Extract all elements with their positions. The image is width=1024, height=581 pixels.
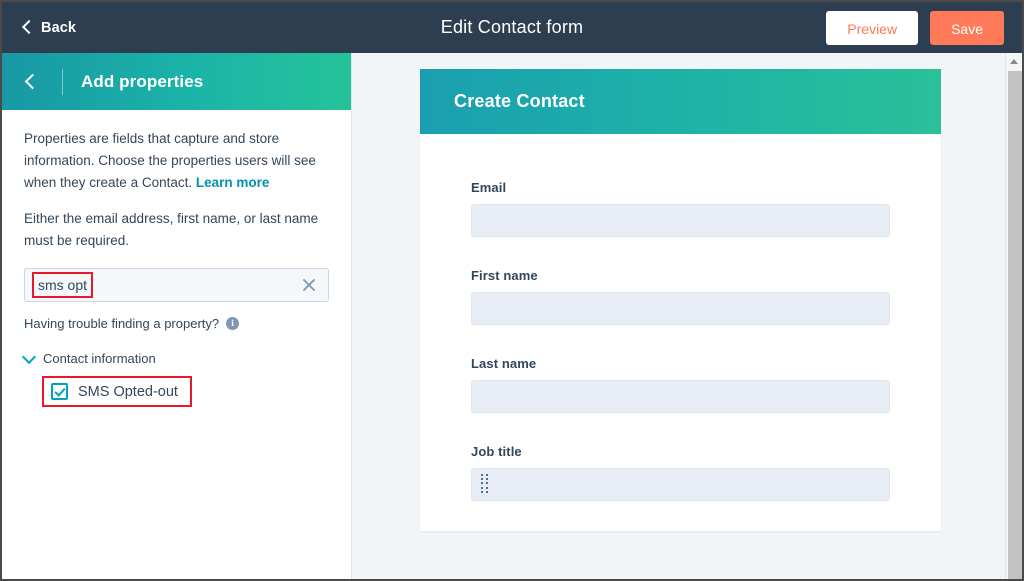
property-search-box[interactable]: sms opt [24,268,329,302]
body-area: Add properties Properties are fields tha… [2,53,1022,579]
form-card: Create Contact Email First name Last nam… [420,69,941,531]
sidebar-description-text: Properties are fields that capture and s… [24,131,316,190]
field-label: First name [471,268,538,283]
property-group-contact-information[interactable]: Contact information [21,349,329,366]
drag-handle-icon[interactable] [481,473,488,496]
triangle-up-icon [1010,58,1018,64]
sidebar-title: Add properties [81,71,204,91]
app-window: Back Edit Contact form Preview Save Add … [0,0,1024,581]
scroll-up-button[interactable] [1006,53,1022,69]
search-hint: Having trouble finding a property? i [24,316,329,331]
checkbox-checked-icon[interactable] [51,383,68,400]
sidebar-description-secondary: Either the email address, first name, or… [24,211,319,248]
add-properties-sidebar: Add properties Properties are fields tha… [2,53,352,579]
property-item-label: SMS Opted-out [78,383,178,400]
form-preview-pane: Create Contact Email First name Last nam… [353,53,1022,579]
email-input[interactable] [471,204,890,237]
last-name-input[interactable] [471,380,890,413]
field-label: Job title [471,444,522,459]
first-name-input[interactable] [471,292,890,325]
sidebar-body: Properties are fields that capture and s… [2,110,351,407]
form-field-last-name: Last name [471,356,890,413]
save-button[interactable]: Save [930,10,1004,45]
sidebar-back-button[interactable] [2,73,62,90]
field-label: Email [471,180,507,195]
preview-button[interactable]: Preview [826,10,919,45]
field-label: Last name [471,356,537,371]
property-group-label: Contact information [43,351,156,366]
chevron-left-icon [21,19,37,35]
info-icon[interactable]: i [226,317,240,330]
form-card-header: Create Contact [420,69,941,134]
sidebar-description-primary: Properties are fields that capture and s… [24,128,329,194]
form-card-body: Email First name Last name Job title [420,134,941,531]
job-title-input[interactable] [471,468,890,501]
back-button-label: Back [41,19,77,36]
learn-more-link[interactable]: Learn more [196,175,270,190]
search-input[interactable]: sms opt [32,272,94,298]
chevron-left-icon [24,73,40,90]
vertical-scrollbar[interactable] [1005,53,1022,579]
top-bar-actions: Preview Save [826,10,1004,45]
back-button[interactable]: Back [21,19,77,36]
form-field-job-title: Job title [471,444,890,501]
search-hint-label: Having trouble finding a property? [24,316,220,331]
clear-search-icon[interactable] [300,276,318,294]
sidebar-header: Add properties [2,53,351,110]
property-item-sms-opted-out[interactable]: SMS Opted-out [42,376,192,407]
form-card-title: Create Contact [454,91,585,111]
top-bar: Back Edit Contact form Preview Save [2,2,1022,53]
header-divider [62,68,63,95]
form-field-email: Email [471,180,890,237]
chevron-down-icon [21,349,37,365]
scrollbar-thumb[interactable] [1008,71,1022,579]
form-field-first-name: First name [471,268,890,325]
